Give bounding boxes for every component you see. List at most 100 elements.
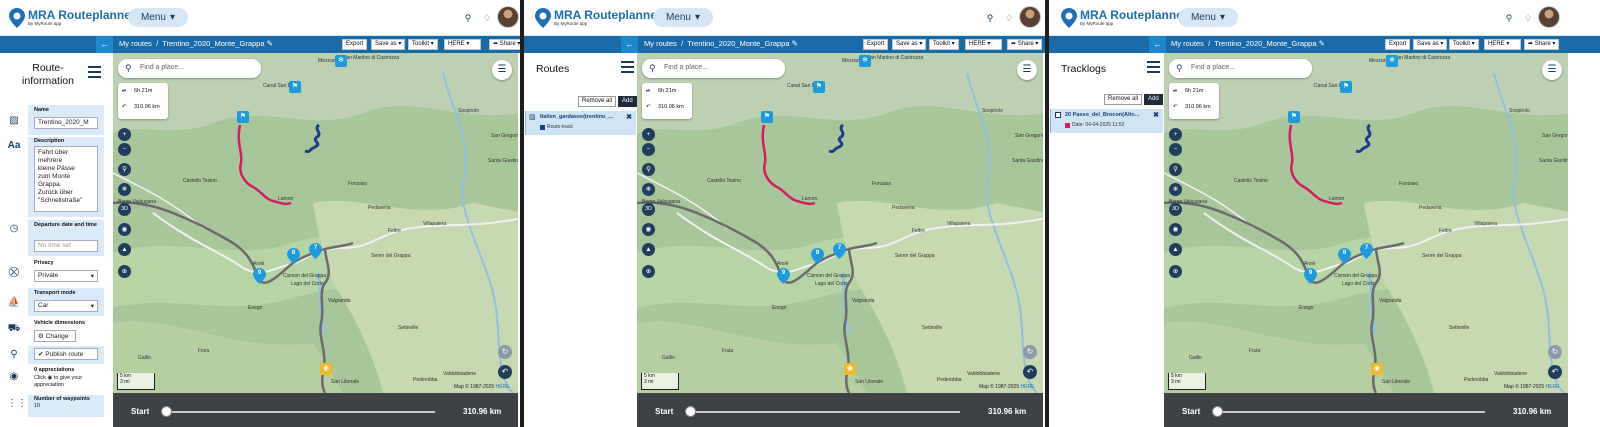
snow-icon[interactable]: ❄ [642,183,655,196]
waypoint-8[interactable]: 8 [811,248,824,264]
bag-icon[interactable]: ◉ [844,363,856,375]
map-provider-select[interactable]: HERE ▾ [444,39,481,50]
export-button[interactable]: Export [1385,39,1411,50]
breadcrumb-my-routes[interactable]: My routes [1171,39,1204,48]
avatar[interactable] [497,6,519,28]
route-slider[interactable] [689,411,960,413]
target-icon[interactable]: ⊕ [118,265,131,278]
transport-select[interactable]: Car ▾ [34,300,98,312]
toolkit-button[interactable]: Toolkit ▾ [929,39,959,50]
search-icon[interactable]: ⚲ [1504,13,1514,23]
bell-icon[interactable]: ♢ [1004,13,1014,23]
close-icon[interactable]: ✖ [626,113,632,121]
save-as-button[interactable]: Save as ▾ [371,39,406,50]
publish-route-button[interactable]: ✔ Publish route [34,348,98,360]
waypoint-7[interactable]: 7 [309,243,322,259]
back-arrow-icon[interactable]: ← [96,36,113,53]
waypoint-9[interactable]: 9 [1304,268,1317,284]
avatar[interactable] [1019,6,1041,28]
snow-icon[interactable]: ❄ [118,183,131,196]
flag-icon[interactable]: ⚑ [813,81,825,93]
mountain-icon[interactable]: ▲ [118,243,131,256]
undo-icon[interactable]: ↶ [1023,365,1037,379]
snow-icon[interactable]: ❄ [1169,183,1182,196]
change-button[interactable]: ⚙ Change [34,330,76,342]
undo-icon[interactable]: ↶ [498,365,512,379]
search-icon[interactable]: ⚲ [463,13,473,23]
pin-icon[interactable]: ⚲ [1169,163,1182,176]
layers-icon[interactable]: ☰ [1542,60,1562,80]
bag-icon[interactable]: ◉ [1371,363,1383,375]
bell-icon[interactable]: ♢ [482,13,492,23]
edit-icon[interactable]: ✎ [267,39,273,48]
drop-icon[interactable]: ◉ [118,223,131,236]
toolkit-button[interactable]: Toolkit ▾ [1449,39,1479,50]
zoom-in-icon[interactable]: + [1169,128,1182,141]
hamburger-icon[interactable] [88,66,101,78]
search-icon[interactable]: ⚲ [985,13,995,23]
add-button[interactable]: Add [1144,94,1163,105]
mountain-icon[interactable]: ▲ [642,243,655,256]
flag-icon[interactable]: ⚑ [1288,111,1300,123]
flag-icon[interactable]: ⚑ [761,111,773,123]
edit-icon[interactable]: ✎ [792,39,798,48]
bag-icon[interactable]: ◉ [320,363,332,375]
snow-icon[interactable]: ❄ [1386,55,1398,67]
back-arrow-icon[interactable]: ← [1149,36,1166,53]
departure-field[interactable]: No time set [34,240,98,252]
refresh-icon[interactable]: ↻ [498,345,512,359]
menu-button[interactable]: Menu ▾ [128,8,188,27]
search-input[interactable]: ⚲ Find a place... [642,59,785,78]
slider-handle[interactable] [161,406,172,417]
remove-all-button[interactable]: Remove all [1104,94,1143,105]
search-input[interactable]: ⚲ Find a place... [118,59,261,78]
waypoint-9[interactable]: 9 [253,268,266,284]
map-provider-select[interactable]: HERE ▾ [1484,39,1521,50]
zoom-in-icon[interactable]: + [118,128,131,141]
export-button[interactable]: Export [863,39,889,50]
edit-icon[interactable]: ✎ [1319,39,1325,48]
share-button[interactable]: ➦ Share ▾ [1524,39,1560,50]
close-icon[interactable]: ✖ [1153,111,1159,119]
slider-handle[interactable] [685,406,696,417]
export-button[interactable]: Export [342,39,368,50]
layers-icon[interactable]: ☰ [492,60,512,80]
zoom-out-icon[interactable]: − [1169,143,1182,156]
waypoint-7[interactable]: 7 [833,243,846,259]
waypoint-8[interactable]: 8 [1338,248,1351,264]
checkbox-icon[interactable] [1055,112,1061,118]
bell-icon[interactable]: ♢ [1523,13,1533,23]
breadcrumb-my-routes[interactable]: My routes [644,39,677,48]
3d-icon[interactable]: 3D [1169,203,1182,216]
mountain-icon[interactable]: ▲ [1169,243,1182,256]
waypoint-8[interactable]: 8 [287,248,300,264]
avatar[interactable] [1538,6,1560,28]
3d-icon[interactable]: 3D [642,203,655,216]
list-item[interactable]: ▨ Italien_gardasee(trentino_... Route-tr… [525,111,636,135]
snow-icon[interactable]: ❄ [859,55,871,67]
share-button[interactable]: ➦ Share ▾ [489,39,524,50]
hamburger-icon[interactable] [621,61,634,73]
menu-button[interactable]: Menu ▾ [1178,8,1238,27]
map[interactable]: Canal San Bovo Mezzano San Martino di Cast… [637,53,1043,393]
toolkit-button[interactable]: Toolkit ▾ [408,39,438,50]
add-button[interactable]: Add [618,96,637,107]
pin-icon[interactable]: ⚲ [118,163,131,176]
drop-icon[interactable]: ◉ [642,223,655,236]
zoom-out-icon[interactable]: − [118,143,131,156]
name-field[interactable]: Trentino_2020_M [34,117,98,129]
back-arrow-icon[interactable]: ← [621,36,638,53]
slider-handle[interactable] [1212,406,1223,417]
target-icon[interactable]: ⊕ [642,265,655,278]
waypoint-9[interactable]: 9 [777,268,790,284]
description-field[interactable]: Fahrt über mehrere kleine Pässe zum Mont… [34,146,98,212]
map[interactable]: Canal San Bovo Mezzano San Martino di Cast… [113,53,518,393]
pin-icon[interactable]: ⚲ [642,163,655,176]
refresh-icon[interactable]: ↻ [1023,345,1037,359]
privacy-select[interactable]: Private ▾ [34,270,98,282]
map[interactable]: Canal San Bovo Mezzano San Martino di Cast… [1164,53,1568,393]
zoom-in-icon[interactable]: + [642,128,655,141]
route-slider[interactable] [1216,411,1485,413]
search-input[interactable]: ⚲ Find a place... [1169,59,1312,78]
flag-icon[interactable]: ⚑ [289,81,301,93]
